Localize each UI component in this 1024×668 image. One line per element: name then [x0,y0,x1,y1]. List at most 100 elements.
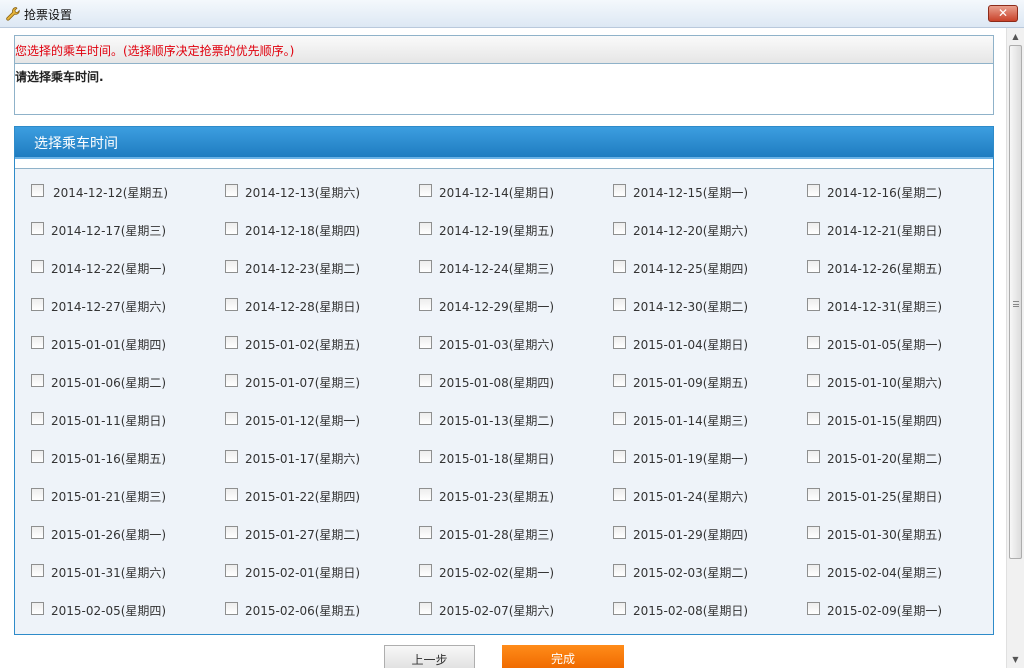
date-label: 2014-12-22(星期一) [51,262,167,276]
date-checkbox[interactable] [613,374,626,387]
date-checkbox[interactable] [31,374,44,387]
date-label: 2014-12-12(星期五) [53,186,169,200]
finish-button[interactable]: 完成 [502,645,624,668]
date-label: 2015-02-04(星期三) [827,566,943,580]
date-label: 2014-12-16(星期二) [827,186,943,200]
date-label: 2015-02-09(星期一) [827,604,943,618]
wrench-icon [6,7,20,21]
date-label: 2014-12-17(星期三) [51,224,167,238]
date-checkbox[interactable] [613,450,626,463]
date-label: 2015-02-03(星期二) [633,566,749,580]
date-label: 2014-12-14(星期日) [439,186,555,200]
date-row: 2014-12-27(星期六) 2014-12-28(星期日) 2014-12-29… [15,285,993,323]
date-checkbox[interactable] [807,222,820,235]
date-checkbox[interactable] [31,602,44,615]
date-checkbox[interactable] [31,222,44,235]
date-checkbox[interactable] [613,336,626,349]
date-label: 2015-01-25(星期日) [827,490,943,504]
scroll-up-icon[interactable]: ▲ [1007,28,1024,45]
date-checkbox[interactable] [613,184,626,197]
scroll-down-icon[interactable]: ▼ [1007,651,1024,668]
date-checkbox[interactable] [807,412,820,425]
date-label: 2015-01-24(星期六) [633,490,749,504]
date-checkbox[interactable] [225,184,238,197]
date-checkbox[interactable] [31,488,44,501]
date-checkbox[interactable] [613,298,626,311]
date-checkbox[interactable] [225,564,238,577]
date-checkbox[interactable] [613,488,626,501]
date-checkbox[interactable] [613,526,626,539]
date-checkbox[interactable] [31,298,44,311]
date-label: 2015-02-01(星期日) [245,566,361,580]
date-checkbox[interactable] [225,336,238,349]
date-checkbox[interactable] [31,526,44,539]
date-checkbox[interactable] [807,260,820,273]
date-label: 2015-01-04(星期日) [633,338,749,352]
date-checkbox[interactable] [31,412,44,425]
date-checkbox[interactable] [419,488,432,501]
footer-buttons: 上一步 完成 [0,645,1006,668]
date-checkbox[interactable] [31,564,44,577]
date-checkbox[interactable] [419,374,432,387]
date-checkbox[interactable] [31,450,44,463]
date-checkbox[interactable] [807,526,820,539]
date-checkbox[interactable] [419,602,432,615]
date-checkbox[interactable] [419,526,432,539]
date-checkbox[interactable] [613,260,626,273]
window-title: 抢票设置 [24,8,73,22]
date-checkbox[interactable] [225,602,238,615]
date-checkbox[interactable] [419,298,432,311]
date-checkbox[interactable] [419,260,432,273]
date-checkbox[interactable] [807,450,820,463]
date-checkbox[interactable] [419,450,432,463]
date-checkbox[interactable] [225,526,238,539]
date-checkbox[interactable] [613,564,626,577]
date-checkbox[interactable] [225,450,238,463]
date-checkbox[interactable] [419,564,432,577]
date-checkbox[interactable] [613,222,626,235]
date-label: 2015-01-30(星期五) [827,528,943,542]
date-checkbox[interactable] [419,336,432,349]
date-label: 2015-01-31(星期六) [51,566,167,580]
date-label: 2015-01-12(星期一) [245,414,361,428]
date-checkbox[interactable] [419,184,432,197]
date-checkbox[interactable] [807,374,820,387]
date-checkbox[interactable] [225,488,238,501]
close-button[interactable]: ✕ [988,5,1018,22]
vertical-scrollbar[interactable]: ▲ ▼ [1006,28,1024,668]
date-checkbox[interactable] [225,374,238,387]
date-checkbox[interactable] [225,412,238,425]
date-checkbox[interactable] [807,564,820,577]
date-checkbox[interactable] [807,488,820,501]
date-label: 2015-01-01(星期四) [51,338,167,352]
date-label: 2015-01-02(星期五) [245,338,361,352]
scrollbar-thumb[interactable] [1009,45,1022,559]
date-row: 2015-01-31(星期六) 2015-02-01(星期日) 2015-02-02… [15,551,993,589]
date-checkbox[interactable] [419,412,432,425]
date-checkbox[interactable] [807,184,820,197]
date-label: 2014-12-26(星期五) [827,262,943,276]
date-row: 2015-01-06(星期二) 2015-01-07(星期三) 2015-01-08… [15,361,993,399]
date-checkbox[interactable] [613,602,626,615]
close-icon: ✕ [997,6,1009,20]
date-checkbox[interactable] [31,260,44,273]
prev-step-button[interactable]: 上一步 [384,645,475,668]
selected-times-field[interactable]: 请选择乘车时间. [15,64,993,85]
date-label: 2015-01-15(星期四) [827,414,943,428]
date-row: 2014-12-12(星期五) 2014-12-13(星期六) 2014-12-14… [15,171,993,209]
date-label: 2014-12-30(星期二) [633,300,749,314]
date-checkbox[interactable] [225,222,238,235]
date-checkbox[interactable] [225,260,238,273]
date-checkbox[interactable] [419,222,432,235]
title-bar: 抢票设置 ✕ [0,0,1024,28]
date-checkbox[interactable] [31,184,44,197]
date-checkbox[interactable] [613,412,626,425]
date-checkbox[interactable] [225,298,238,311]
date-row: 2014-12-22(星期一) 2014-12-23(星期二) 2014-12-24… [15,247,993,285]
date-checkbox[interactable] [807,298,820,311]
date-checkbox[interactable] [31,336,44,349]
date-label: 2014-12-29(星期一) [439,300,555,314]
date-checkbox[interactable] [807,602,820,615]
date-checkbox[interactable] [807,336,820,349]
date-label: 2014-12-23(星期二) [245,262,361,276]
